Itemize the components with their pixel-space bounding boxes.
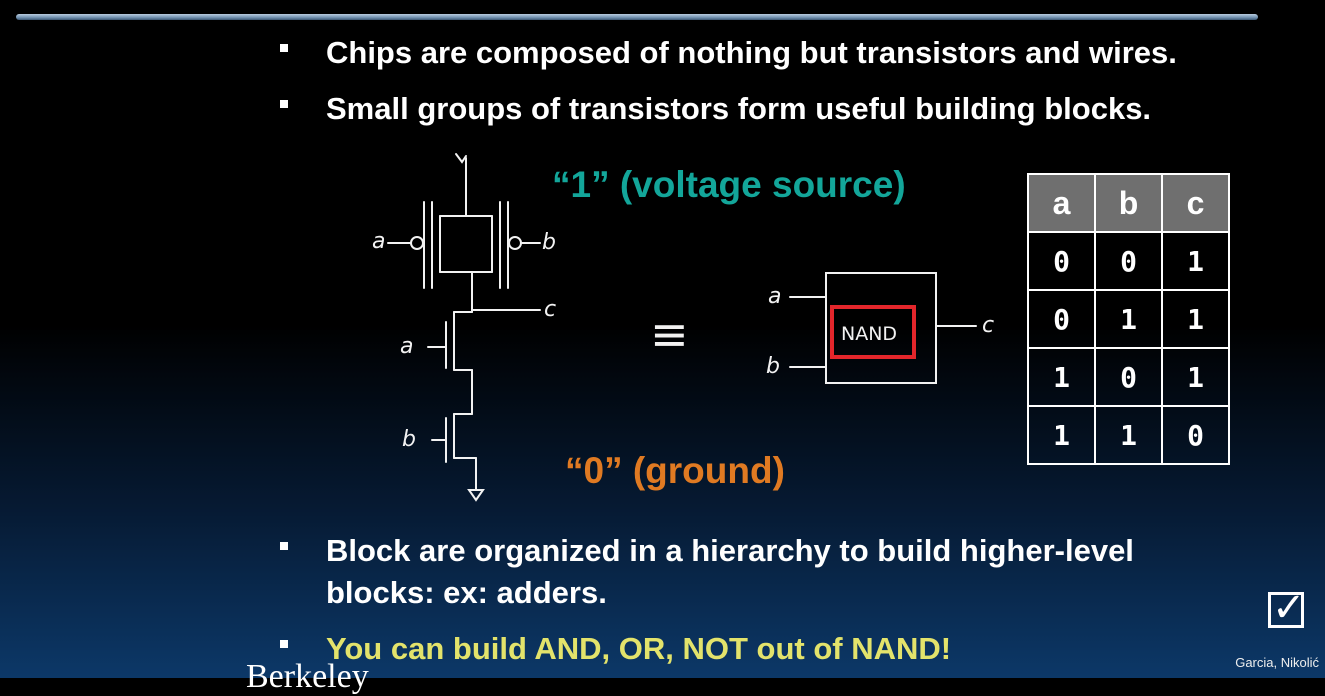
table-cell: 1 bbox=[1161, 231, 1230, 291]
table-cell: 1 bbox=[1094, 289, 1163, 349]
table-cell: 0 bbox=[1027, 231, 1096, 291]
bullet-marker bbox=[280, 640, 288, 648]
bullet-text: You can build AND, OR, NOT out of NAND! bbox=[326, 631, 952, 666]
gate-output-c-label: c bbox=[982, 313, 994, 338]
header-b: b bbox=[1094, 173, 1163, 233]
table-cell: 1 bbox=[1161, 289, 1230, 349]
table-cell: 1 bbox=[1161, 347, 1230, 407]
check-glyph: ✓ bbox=[1272, 586, 1306, 630]
nand-gate-label: NAND bbox=[841, 323, 897, 345]
gate-input-b-label: b bbox=[766, 354, 780, 379]
table-row: 1 1 0 bbox=[1027, 405, 1230, 465]
truth-table: a b c 0 0 1 0 1 1 1 0 1 1 1 0 bbox=[1027, 173, 1230, 465]
table-cell: 1 bbox=[1094, 405, 1163, 465]
bullet-text-continued: blocks: ex: adders. bbox=[326, 575, 607, 610]
berkeley-logo-text: Berkeley bbox=[246, 658, 369, 695]
table-cell: 1 bbox=[1027, 347, 1096, 407]
nand-circuit-diagram: a b c a b ≡ a b c NAND bbox=[372, 153, 994, 502]
bullet-marker bbox=[280, 100, 288, 108]
input-b-label: b bbox=[542, 230, 556, 255]
header-c: c bbox=[1161, 173, 1230, 233]
bullet-marker bbox=[280, 44, 288, 52]
table-row: 1 0 1 bbox=[1027, 347, 1230, 407]
output-c-label: c bbox=[544, 297, 556, 322]
table-cell: 0 bbox=[1094, 347, 1163, 407]
table-row: 0 1 1 bbox=[1027, 289, 1230, 349]
table-cell: 0 bbox=[1094, 231, 1163, 291]
input-b-label: b bbox=[402, 427, 416, 452]
input-a-label: a bbox=[400, 334, 413, 359]
bullet-text: Small groups of transistors form useful … bbox=[326, 91, 1152, 126]
header-a: a bbox=[1027, 173, 1096, 233]
author-credit: Garcia, Nikolić bbox=[1235, 655, 1319, 670]
bullet-text: Block are organized in a hierarchy to bu… bbox=[326, 533, 1134, 568]
check-icon: ✓ bbox=[1268, 586, 1306, 630]
table-cell: 1 bbox=[1027, 405, 1096, 465]
bullet-marker bbox=[280, 542, 288, 550]
table-cell: 0 bbox=[1161, 405, 1230, 465]
gate-input-a-label: a bbox=[768, 284, 781, 309]
equivalence-symbol: ≡ bbox=[650, 307, 689, 361]
truth-table-header: a b c bbox=[1027, 173, 1230, 233]
title-divider bbox=[16, 14, 1258, 20]
input-a-label: a bbox=[372, 229, 385, 254]
bullet-text: Chips are composed of nothing but transi… bbox=[326, 35, 1177, 70]
table-row: 0 0 1 bbox=[1027, 231, 1230, 291]
table-cell: 0 bbox=[1027, 289, 1096, 349]
